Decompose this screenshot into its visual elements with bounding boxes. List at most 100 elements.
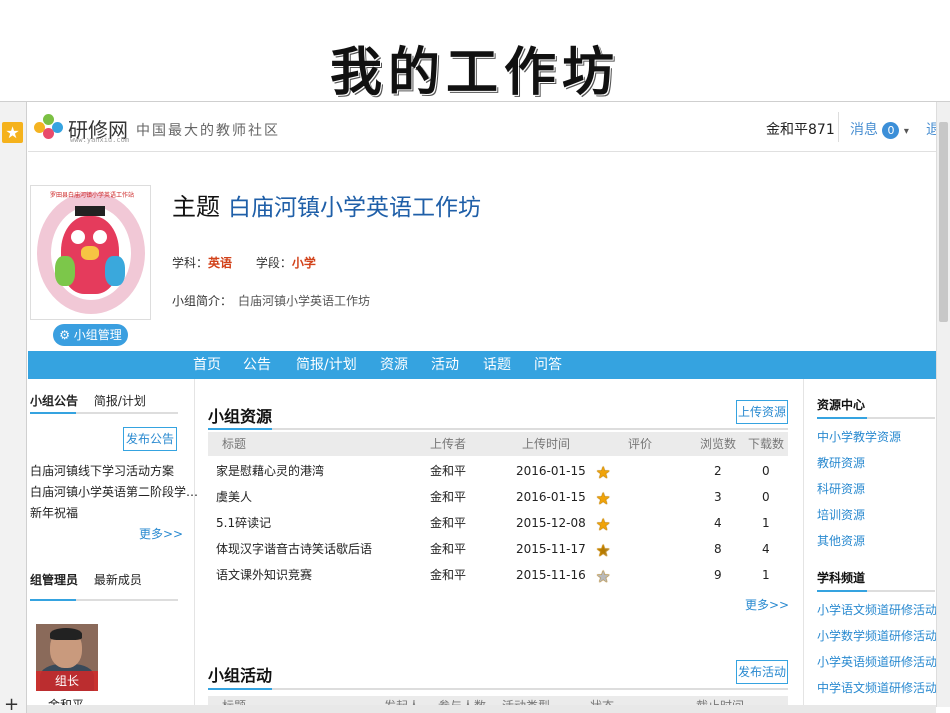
publish-activity-button[interactable]: 发布活动 — [736, 660, 788, 684]
channel-link[interactable]: 小学语文频道研修活动 — [817, 601, 937, 618]
subject-channel-underline — [817, 590, 935, 592]
stage-value: 小学 — [291, 256, 316, 270]
resource-title[interactable]: 5.1碎读记 — [216, 510, 271, 536]
channel-link[interactable]: 小学英语频道研修活动 — [817, 653, 937, 670]
resources-title: 小组资源 — [208, 407, 273, 426]
header-divider — [838, 112, 839, 142]
member-tab-underline — [30, 599, 178, 601]
parrot-wing-right — [105, 256, 125, 286]
notice-item[interactable]: 白庙河镇线下学习活动方案 — [30, 461, 198, 482]
nav-notices[interactable]: 公告 — [243, 351, 271, 379]
activities-underline — [208, 688, 788, 690]
gear-icon: ⚙ — [59, 328, 70, 342]
intro-value: 白庙河镇小学英语工作坊 — [238, 294, 371, 308]
resource-downloads: 4 — [762, 542, 770, 556]
favorite-star-icon[interactable]: ★ — [2, 122, 23, 143]
resource-uploader[interactable]: 金和平 — [430, 536, 466, 562]
resource-title[interactable]: 虞美人 — [216, 484, 252, 510]
resource-title[interactable]: 体现汉字谐音古诗笑话歇后语 — [216, 536, 372, 562]
graduation-cap-icon — [75, 206, 105, 216]
group-avatar: 罗田县白庙河镇小学英语工作站 — [30, 185, 151, 320]
resource-uploader[interactable]: 金和平 — [430, 484, 466, 510]
col-views[interactable]: 浏览数 — [700, 432, 736, 456]
subject-label: 学科： — [172, 256, 209, 270]
channel-link[interactable]: 中学语文频道研修活动 — [817, 679, 937, 696]
tab-admins[interactable]: 组管理员 — [30, 573, 78, 587]
resource-center-link[interactable]: 中小学教学资源 — [817, 428, 901, 445]
nav-home[interactable]: 首页 — [193, 351, 221, 379]
star-icon: ★ — [596, 489, 611, 508]
scrollbar-thumb[interactable] — [939, 122, 948, 322]
resource-views: 8 — [714, 542, 722, 556]
resources-more-link[interactable]: 更多>> — [745, 596, 789, 613]
col-rating[interactable]: 评价 — [628, 432, 652, 456]
horizontal-scrollbar[interactable] — [27, 705, 936, 713]
column-divider — [803, 379, 804, 707]
parrot-beak — [81, 246, 99, 260]
notices-more-link[interactable]: 更多>> — [139, 525, 183, 542]
resource-date: 2015-12-08 — [516, 516, 586, 530]
site-slogan: 中国最大的教师社区 — [136, 123, 280, 139]
col-title[interactable]: 标题 — [222, 432, 246, 456]
group-manage-button[interactable]: ⚙ 小组管理 — [53, 324, 128, 346]
add-icon[interactable]: + — [4, 694, 19, 713]
site-header: 研修网 www.yanxiu.com 中国最大的教师社区 金和平871 消息 0… — [28, 102, 940, 152]
resource-date: 2015-11-17 — [516, 542, 586, 556]
parrot-eye-right — [93, 230, 107, 244]
messages-menu[interactable]: 消息 0 ▾ — [850, 119, 909, 139]
resource-uploader[interactable]: 金和平 — [430, 458, 466, 484]
resource-center-link[interactable]: 其他资源 — [817, 532, 865, 549]
col-downloads[interactable]: 下载数 — [748, 432, 784, 456]
resource-center-link[interactable]: 科研资源 — [817, 480, 865, 497]
upload-resource-button[interactable]: 上传资源 — [736, 400, 788, 424]
notice-item[interactable]: 白庙河镇小学英语第二阶段学… — [30, 482, 198, 503]
resource-row: 5.1碎读记 金和平 2015-12-08 ★ ★ ★ ★ ★ 4 1 — [208, 510, 788, 536]
resource-uploader[interactable]: 金和平 — [430, 510, 466, 536]
star-icon: ★ — [596, 567, 611, 586]
resource-date: 2016-01-15 — [516, 490, 586, 504]
resources-table-header: 标题 上传者 上传时间 评价 浏览数 下载数 — [208, 432, 788, 456]
notice-item[interactable]: 新年祝福 — [30, 503, 198, 524]
resource-center-link[interactable]: 培训资源 — [817, 506, 865, 523]
star-icon: ★ — [596, 463, 611, 482]
main-nav: 首页 公告 简报/计划 资源 活动 话题 问答 — [28, 351, 936, 379]
resource-row: 体现汉字谐音古诗笑话歇后语 金和平 2015-11-17 ★★★★★ 8 4 — [208, 536, 788, 562]
vertical-scrollbar[interactable] — [936, 102, 950, 707]
resources-underline — [208, 428, 788, 430]
logo-icon[interactable] — [34, 114, 66, 140]
col-uploader[interactable]: 上传者 — [430, 432, 466, 456]
resource-title[interactable]: 家是慰藉心灵的港湾 — [216, 458, 324, 484]
tab-group-notices[interactable]: 小组公告 — [30, 394, 78, 408]
resource-row: 虞美人 金和平 2016-01-15 ★ ★ ★ ★ ★ 3 0 — [208, 484, 788, 510]
user-name[interactable]: 金和平871 — [766, 119, 835, 139]
resource-uploader[interactable]: 金和平 — [430, 562, 466, 588]
channel-link[interactable]: 小学数学频道研修活动 — [817, 627, 937, 644]
activities-title: 小组活动 — [208, 666, 273, 685]
publish-notice-button[interactable]: 发布公告 — [123, 427, 177, 451]
avatar-badge-text: 罗田县白庙河镇小学英语工作站 — [49, 192, 134, 199]
nav-topics[interactable]: 话题 — [483, 351, 511, 379]
notice-tabs: 小组公告 简报/计划 — [30, 392, 146, 409]
site-logo-url: www.yanxiu.com — [70, 136, 130, 144]
intro-label: 小组简介： — [172, 294, 233, 308]
resource-views: 2 — [714, 464, 722, 478]
col-upload-time[interactable]: 上传时间 — [522, 432, 570, 456]
nav-reports[interactable]: 简报/计划 — [296, 351, 357, 379]
resource-views: 3 — [714, 490, 722, 504]
tab-reports[interactable]: 简报/计划 — [94, 394, 146, 408]
resource-title[interactable]: 语文课外知识竞赛 — [216, 562, 312, 588]
topic-mark-icon: 主题 — [172, 193, 220, 221]
notice-tab-underline — [30, 412, 178, 414]
nav-resources[interactable]: 资源 — [380, 351, 408, 379]
star-icon: ★ — [596, 515, 611, 534]
resource-row: 家是慰藉心灵的港湾 金和平 2016-01-15 ★ ★ ★ ★ ★ 2 0 — [208, 458, 788, 484]
nav-activities[interactable]: 活动 — [431, 351, 459, 379]
nav-qa[interactable]: 问答 — [534, 351, 562, 379]
resource-center-link[interactable]: 教研资源 — [817, 454, 865, 471]
parrot-eye-left — [71, 230, 85, 244]
avatar-hair — [50, 628, 82, 640]
resource-downloads: 0 — [762, 464, 770, 478]
parrot-wing-left — [55, 256, 75, 286]
star-icon: ★ — [596, 538, 611, 564]
tab-new-members[interactable]: 最新成员 — [94, 573, 142, 587]
